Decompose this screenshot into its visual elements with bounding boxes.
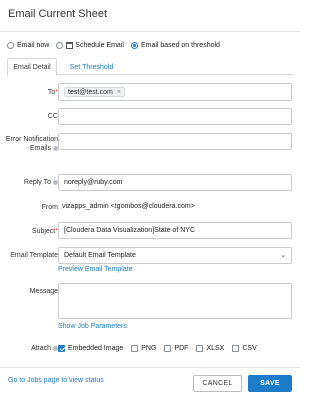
checkbox-label: PNG (141, 344, 157, 352)
header-divider (0, 31, 300, 32)
radio-email-now[interactable]: Email now (7, 41, 50, 49)
save-button[interactable]: SAVE (248, 375, 292, 392)
reply-to-value: noreply@ruby.com (64, 179, 123, 186)
checkbox-pdf[interactable]: PDF (164, 344, 189, 352)
message-textarea[interactable] (58, 283, 292, 319)
chevron-down-icon: ⌄ (280, 252, 286, 259)
jobs-status-link[interactable]: Go to Jobs page to view status (8, 377, 104, 384)
error-emails-label: Error Notification Emails (0, 135, 58, 153)
checkbox-label: XLSX (206, 344, 225, 352)
reply-to-label: Reply To (0, 178, 58, 187)
checkbox-csv[interactable]: CSV (232, 344, 257, 352)
checkbox-xlsx[interactable]: XLSX (196, 344, 225, 352)
from-label: From (41, 204, 58, 211)
subject-value: [Cloudera Data Visualization]State of NY… (64, 227, 195, 234)
cc-label: CC (47, 113, 58, 120)
checkbox-label: PDF (174, 344, 189, 352)
attach-options: Embedded Image PNG PDF XLSX CSV (58, 343, 265, 353)
template-select[interactable]: Default Email Template ⌄ (58, 247, 292, 264)
footer-divider (0, 367, 300, 368)
checkbox-png[interactable]: PNG (131, 344, 157, 352)
attach-label-text: Attach (31, 345, 51, 352)
show-job-parameters-link[interactable]: Show Job Parameters (58, 323, 127, 330)
to-label: To* (0, 88, 58, 97)
error-emails-label-text: Error Notification Emails (5, 136, 58, 152)
checkbox-box[interactable] (164, 344, 172, 352)
checkbox-embedded-image[interactable]: Embedded Image (58, 344, 124, 352)
checkbox-box[interactable] (196, 344, 204, 352)
cc-field[interactable] (58, 108, 292, 125)
subject-field[interactable]: [Cloudera Data Visualization]State of NY… (58, 222, 292, 239)
checkbox-box[interactable] (131, 344, 139, 352)
radio-email-threshold[interactable]: Email based on threshold (130, 41, 220, 49)
subject-label: Subject* (0, 227, 58, 236)
radio-circle[interactable] (7, 41, 14, 49)
radio-circle[interactable] (130, 41, 138, 49)
radio-label: Schedule Email (75, 41, 124, 49)
to-field[interactable]: test@test.com × (58, 83, 292, 101)
cancel-button[interactable]: CANCEL (193, 375, 242, 392)
from-value: vizapps_admin <tgombos@cloudera.com> (62, 203, 195, 210)
checkbox-box[interactable] (58, 344, 65, 352)
reply-to-label-text: Reply To (23, 179, 51, 186)
reply-to-field[interactable]: noreply@ruby.com (58, 174, 292, 191)
radio-label: Email based on threshold (140, 41, 220, 49)
error-emails-field[interactable] (58, 133, 292, 150)
attach-label: Attach (0, 344, 58, 353)
tab-bar: Email Detail Set Threshold (7, 58, 293, 76)
checkbox-box[interactable] (232, 344, 240, 352)
calendar-icon (66, 41, 74, 49)
dialog-title: Email Current Sheet (8, 8, 108, 20)
tab-email-detail[interactable]: Email Detail (7, 58, 57, 76)
checkbox-label: Embedded Image (68, 344, 124, 352)
chip-remove-icon[interactable]: × (117, 89, 121, 96)
send-mode-group: Email now Schedule Email Email based on … (7, 40, 227, 50)
tab-set-threshold[interactable]: Set Threshold (69, 58, 114, 76)
checkbox-label: CSV (242, 344, 257, 352)
radio-label: Email now (17, 41, 50, 49)
template-label: Email Template (10, 252, 58, 259)
message-label: Message (29, 288, 58, 295)
recipient-chip: test@test.com × (64, 87, 125, 97)
radio-circle[interactable] (56, 41, 64, 49)
radio-schedule-email[interactable]: Schedule Email (56, 41, 124, 49)
subject-label-text: Subject (31, 228, 56, 235)
template-value: Default Email Template (64, 252, 136, 259)
chip-label: test@test.com (68, 88, 113, 96)
preview-template-link[interactable]: Preview Email Template (58, 266, 133, 273)
